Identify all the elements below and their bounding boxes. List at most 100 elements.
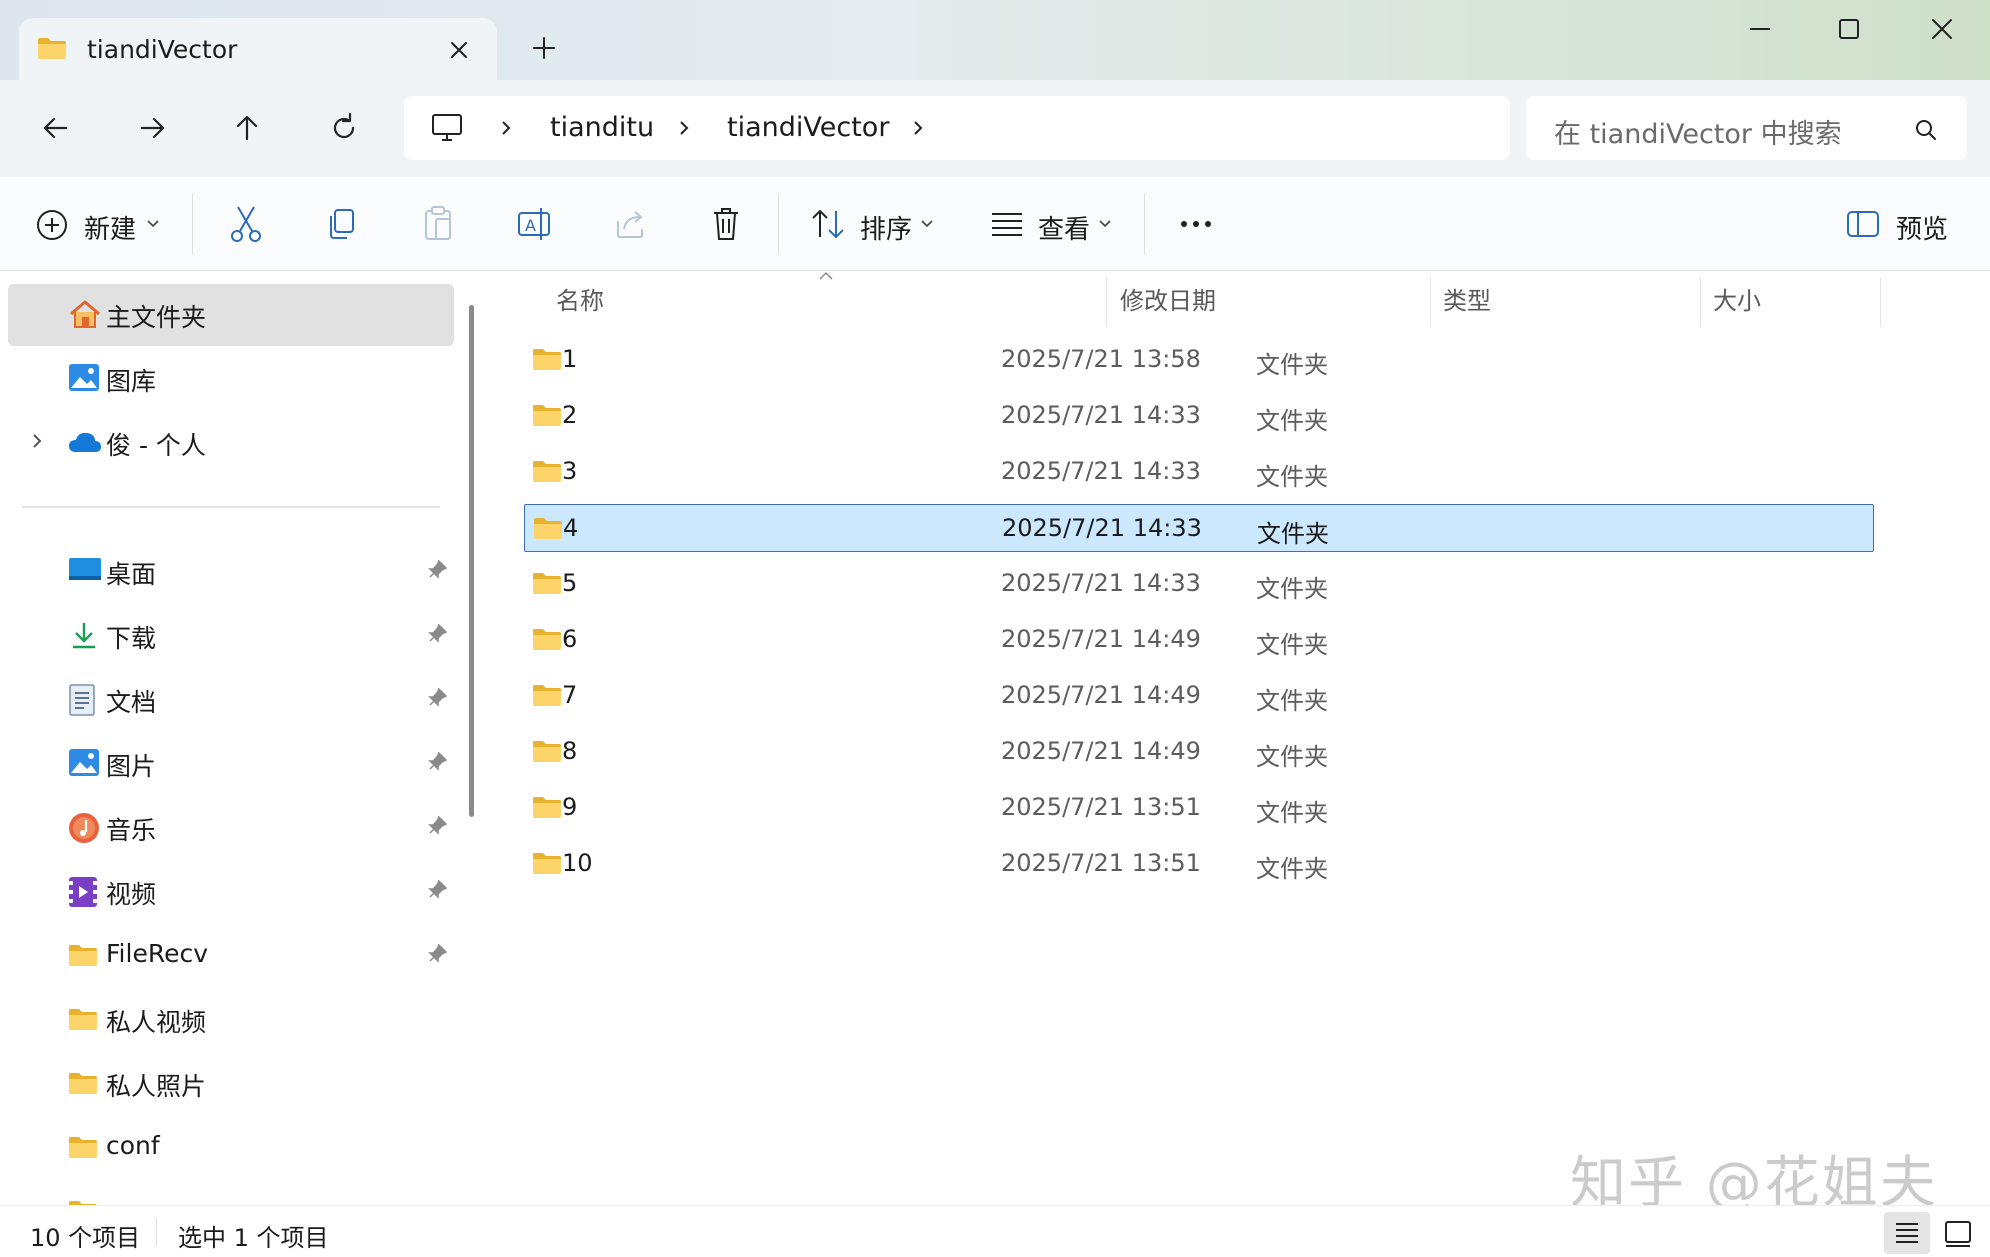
sidebar-item-conf[interactable]: conf (8, 1117, 454, 1179)
file-type: 文件夹 (1256, 855, 1328, 883)
sidebar-item-documents[interactable]: 文档 (8, 669, 454, 731)
item-count: 10 个项目 (30, 1224, 141, 1252)
sidebar-item-videos[interactable]: 视频 (8, 861, 454, 923)
folder-icon (533, 516, 563, 540)
file-name: 4 (563, 514, 579, 542)
search-box[interactable]: 在 tiandiVector 中搜索 (1526, 96, 1967, 160)
sidebar-item-private-photos[interactable]: 私人照片 (8, 1053, 454, 1115)
pin-icon[interactable] (426, 751, 448, 773)
sort-ascending-icon (818, 271, 834, 281)
table-row[interactable]: 2 2025/7/21 14:33 文件夹 (524, 392, 1874, 440)
folder-icon (532, 571, 562, 595)
table-row-selected[interactable]: 4 2025/7/21 14:33 文件夹 (524, 504, 1874, 552)
sidebar-item-gallery[interactable]: 图库 (8, 348, 454, 410)
column-header-date[interactable]: 修改日期 (1120, 281, 1216, 316)
details-view-icon[interactable] (1884, 1212, 1930, 1254)
search-icon[interactable] (1914, 118, 1938, 142)
table-row[interactable]: 3 2025/7/21 14:33 文件夹 (524, 448, 1874, 496)
sidebar-item-home[interactable]: 主文件夹 (8, 284, 454, 346)
sidebar-item-onedrive[interactable]: 俊 - 个人 (8, 412, 454, 474)
expand-chevron-icon[interactable] (30, 432, 44, 450)
pin-icon[interactable] (426, 623, 448, 645)
table-row[interactable]: 10 2025/7/21 13:51 文件夹 (524, 840, 1874, 888)
forward-arrow-icon[interactable] (132, 108, 172, 148)
file-date: 2025/7/21 14:33 (1001, 569, 1201, 597)
table-row[interactable]: 9 2025/7/21 13:51 文件夹 (524, 784, 1874, 832)
minimize-icon[interactable] (1740, 14, 1780, 44)
file-name: 2 (562, 401, 578, 429)
sidebar-scrollbar[interactable] (469, 305, 474, 817)
column-divider[interactable] (1700, 277, 1701, 327)
file-date: 2025/7/21 14:33 (1001, 401, 1201, 429)
pin-icon[interactable] (426, 687, 448, 709)
file-name: 6 (562, 625, 578, 653)
large-icons-view-icon[interactable] (1940, 1214, 1976, 1252)
up-arrow-icon[interactable] (227, 108, 267, 148)
preview-pane-icon (1846, 209, 1880, 239)
sidebar-item-downloads[interactable]: 下载 (8, 605, 454, 667)
table-row[interactable]: 6 2025/7/21 14:49 文件夹 (524, 616, 1874, 664)
refresh-icon[interactable] (324, 108, 364, 148)
breadcrumb-tiandivector[interactable]: tiandiVector (727, 112, 889, 143)
folder-icon (532, 459, 562, 483)
folder-icon (532, 347, 562, 371)
chevron-right-icon[interactable] (674, 118, 694, 138)
chevron-down-icon (1098, 219, 1112, 229)
sidebar-item-label: 文档 (106, 688, 157, 717)
file-name: 1 (562, 345, 578, 373)
rename-icon[interactable]: A (514, 203, 554, 245)
chevron-right-icon[interactable] (496, 118, 516, 138)
table-row[interactable]: 1 2025/7/21 13:58 文件夹 (524, 336, 1874, 384)
folder-icon (532, 851, 562, 875)
copy-icon[interactable] (322, 203, 362, 245)
file-name: 8 (562, 737, 578, 765)
column-divider[interactable] (1106, 277, 1107, 327)
sidebar-item-partial[interactable] (8, 1181, 454, 1205)
delete-icon[interactable] (706, 203, 746, 245)
view-button[interactable]: 查看 (988, 203, 1118, 245)
file-name: 9 (562, 793, 578, 821)
address-bar[interactable]: tianditu tiandiVector (404, 96, 1510, 160)
music-icon (68, 812, 100, 844)
paste-icon[interactable] (418, 203, 458, 245)
table-row[interactable]: 5 2025/7/21 14:33 文件夹 (524, 560, 1874, 608)
folder-icon (532, 403, 562, 427)
pin-icon[interactable] (426, 559, 448, 581)
tab-close-icon[interactable] (443, 34, 475, 66)
sidebar-item-pictures[interactable]: 图片 (8, 733, 454, 795)
preview-pane-button[interactable]: 预览 (1846, 203, 1966, 245)
pin-icon[interactable] (426, 943, 448, 965)
column-header-size[interactable]: 大小 (1713, 281, 1761, 316)
cut-icon[interactable] (226, 203, 266, 245)
more-options-icon[interactable] (1176, 203, 1216, 245)
sidebar-item-music[interactable]: 音乐 (8, 797, 454, 859)
toolbar-divider (1144, 193, 1145, 255)
sidebar-divider (22, 506, 440, 508)
column-header-name[interactable]: 名称 (556, 281, 604, 316)
share-icon[interactable] (610, 203, 650, 245)
sidebar-item-label: 图库 (106, 367, 157, 396)
add-circle-icon (36, 209, 68, 241)
pin-icon[interactable] (426, 879, 448, 901)
table-row[interactable]: 7 2025/7/21 14:49 文件夹 (524, 672, 1874, 720)
column-divider[interactable] (1880, 277, 1881, 327)
table-row[interactable]: 8 2025/7/21 14:49 文件夹 (524, 728, 1874, 776)
column-header-type[interactable]: 类型 (1443, 281, 1491, 316)
search-input[interactable]: 在 tiandiVector 中搜索 (1554, 112, 1842, 151)
maximize-icon[interactable] (1828, 12, 1868, 46)
breadcrumb-tianditu[interactable]: tianditu (550, 112, 654, 143)
sort-button[interactable]: 排序 (808, 203, 938, 245)
sidebar-item-private-videos[interactable]: 私人视频 (8, 989, 454, 1051)
column-divider[interactable] (1430, 277, 1431, 327)
pin-icon[interactable] (426, 815, 448, 837)
chevron-right-icon[interactable] (908, 118, 928, 138)
new-button[interactable]: 新建 (34, 203, 164, 245)
new-tab-icon[interactable] (528, 32, 560, 64)
computer-icon[interactable] (430, 112, 464, 144)
back-arrow-icon[interactable] (36, 108, 76, 148)
sidebar-item-filerecv[interactable]: FileRecv (8, 925, 454, 987)
tab-tiandivector[interactable]: tiandiVector (19, 18, 497, 80)
close-window-icon[interactable] (1922, 12, 1962, 46)
sidebar-item-desktop[interactable]: 桌面 (8, 541, 454, 603)
home-icon (68, 299, 102, 329)
